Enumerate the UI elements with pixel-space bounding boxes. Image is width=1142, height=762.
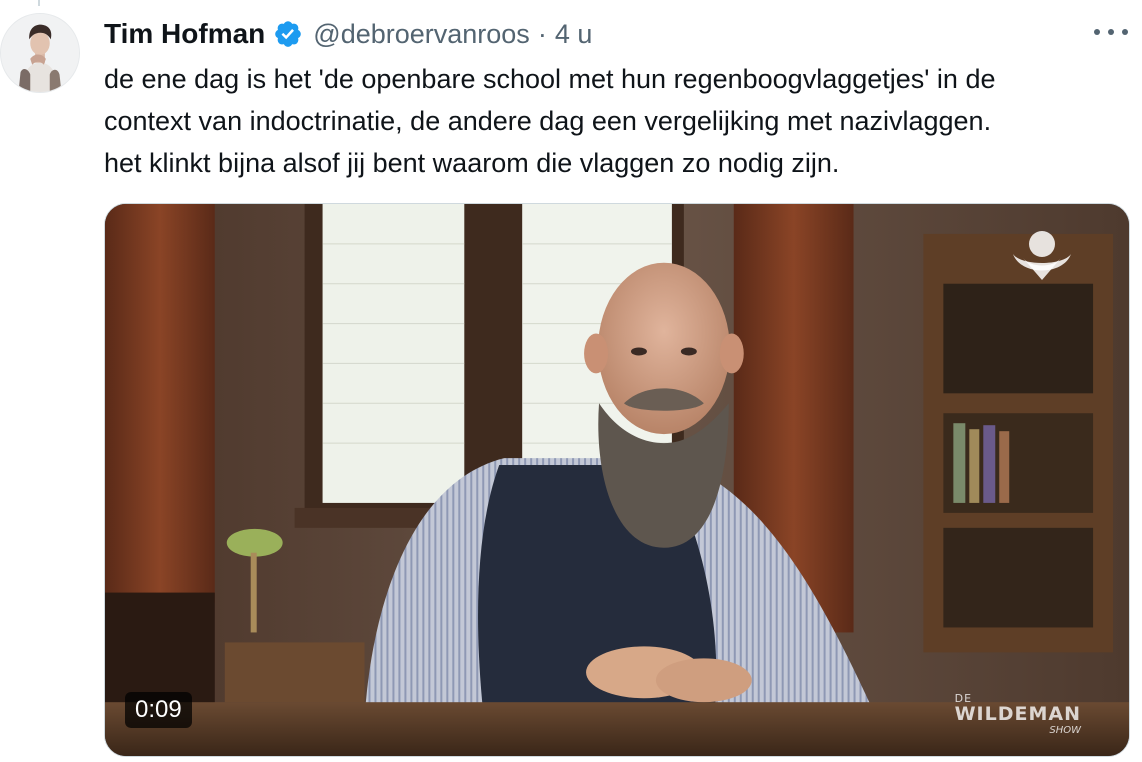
avatar[interactable]: [0, 13, 80, 93]
tweet-header: Tim Hofman @debroervanroos · 4 u: [104, 16, 592, 52]
show-watermark-suffix: SHOW: [1049, 725, 1081, 736]
show-watermark-name: WILDEMAN: [954, 703, 1081, 725]
channel-logo-icon: [1013, 231, 1071, 280]
more-options-icon[interactable]: [1094, 18, 1128, 46]
more-dot: [1122, 29, 1128, 35]
separator-dot: ·: [537, 18, 547, 49]
tweet-text-line: het klinkt bijna alsof jij bent waarom d…: [104, 148, 840, 178]
author-handle[interactable]: @debroervanroos: [313, 19, 530, 50]
tweet-text: de ene dag is het 'de openbare school me…: [104, 58, 1134, 184]
thread-connector-line: [38, 0, 40, 6]
more-dot: [1094, 29, 1100, 35]
video-player[interactable]: 0:09 DE WILDEMAN SHOW: [104, 203, 1130, 757]
more-dot: [1108, 29, 1114, 35]
tweet-text-line: context van indoctrinatie, de andere dag…: [104, 106, 992, 136]
avatar-image: [1, 14, 79, 92]
video-thumbnail: [105, 204, 1129, 756]
show-watermark: DE WILDEMAN SHOW: [955, 693, 1081, 736]
video-duration-badge: 0:09: [125, 692, 192, 728]
tweet-text-line: de ene dag is het 'de openbare school me…: [104, 64, 996, 94]
verified-badge-icon: [273, 19, 303, 49]
author-name[interactable]: Tim Hofman: [104, 18, 265, 50]
timestamp[interactable]: 4 u: [555, 19, 593, 50]
